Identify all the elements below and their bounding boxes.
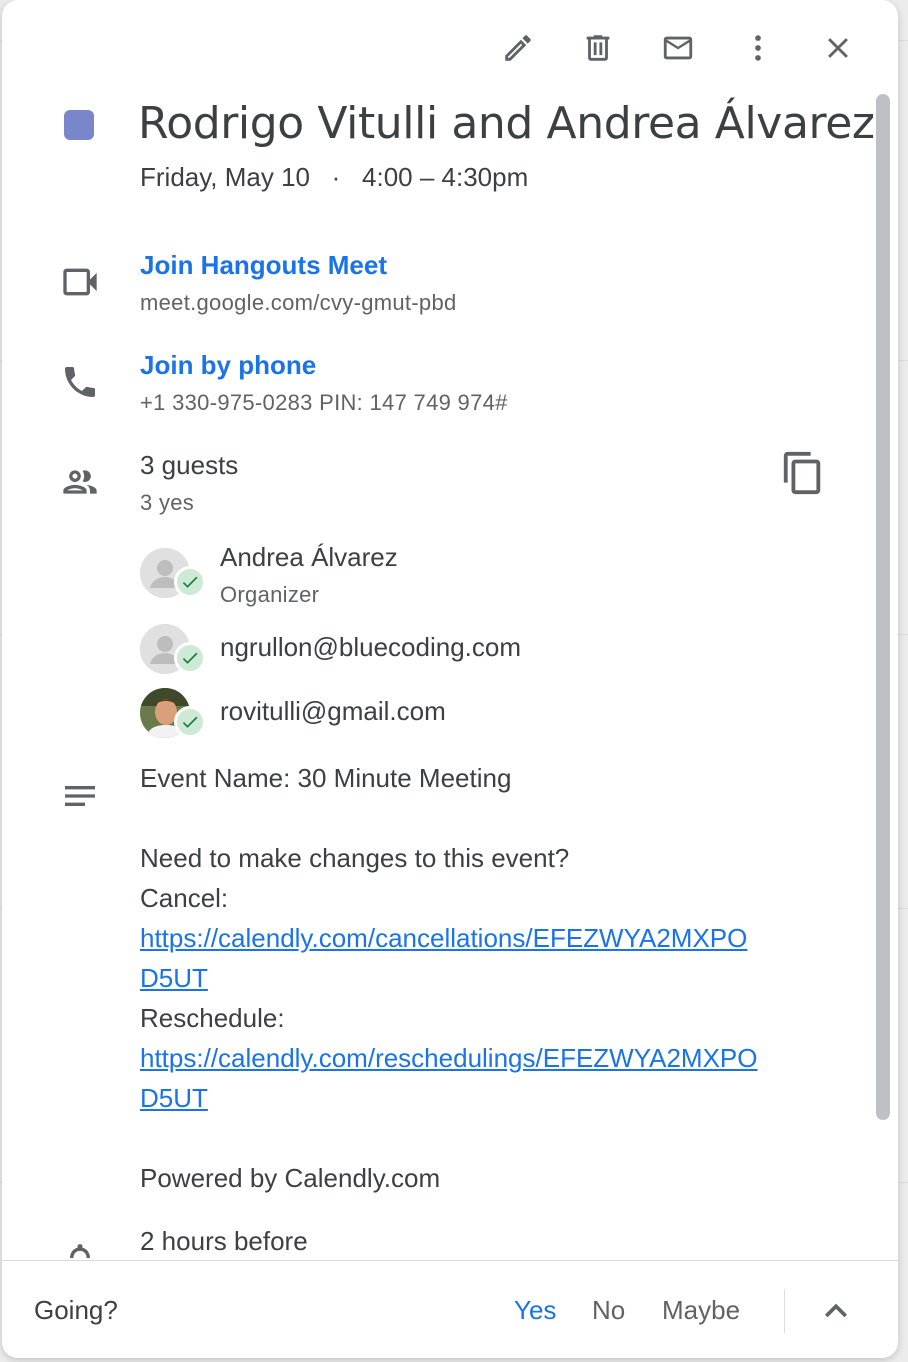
description-icon xyxy=(60,776,100,816)
event-title: Rodrigo Vitulli and Andrea Álvarez xyxy=(138,98,875,149)
cancel-label: Cancel: xyxy=(140,883,229,913)
meet-url: meet.google.com/cvy-gmut-pbd xyxy=(140,290,457,315)
rsvp-maybe-button[interactable]: Maybe xyxy=(662,1295,740,1326)
delete-event-button[interactable] xyxy=(558,22,638,74)
accepted-check-icon xyxy=(174,566,206,598)
scrollbar[interactable] xyxy=(876,94,890,1120)
guest-summary: 3 yes xyxy=(140,490,195,515)
accepted-check-icon xyxy=(174,642,206,674)
rsvp-no-button[interactable]: No xyxy=(592,1295,625,1326)
email-guests-button[interactable] xyxy=(638,22,718,74)
event-details-popup: Rodrigo Vitulli and Andrea Álvarez Frida… xyxy=(2,0,898,1358)
pencil-icon xyxy=(505,35,531,61)
phone-icon xyxy=(60,362,100,402)
guest-count: 3 guests xyxy=(140,450,239,480)
guest-name: Andrea Álvarez xyxy=(220,542,398,572)
edit-event-button[interactable] xyxy=(478,22,558,74)
footer-divider xyxy=(784,1289,785,1333)
guest-name: ngrullon@bluecoding.com xyxy=(220,632,522,662)
copy-guests-button[interactable] xyxy=(780,450,826,496)
event-name-text: Event Name: 30 Minute Meeting xyxy=(140,763,512,793)
guest-role: Organizer xyxy=(220,582,320,607)
cancel-link[interactable]: https://calendly.com/cancellations/EFEZW… xyxy=(140,918,840,958)
event-datetime: Friday, May 10 · 4:00 – 4:30pm xyxy=(140,162,529,192)
guest-name: rovitulli@gmail.com xyxy=(220,696,446,726)
more-vert-icon xyxy=(755,35,761,61)
event-toolbar xyxy=(478,22,878,74)
close-icon xyxy=(828,38,848,58)
expand-button[interactable] xyxy=(814,1289,858,1333)
people-icon xyxy=(60,462,100,502)
trash-icon xyxy=(586,35,610,61)
event-description: Event Name: 30 Minute Meeting Need to ma… xyxy=(140,758,840,1198)
reschedule-link-continued[interactable]: D5UT xyxy=(140,1078,840,1118)
bell-icon xyxy=(60,1240,100,1258)
event-color-chip xyxy=(64,110,94,140)
changes-question: Need to make changes to this event? xyxy=(140,843,570,873)
reschedule-link[interactable]: https://calendly.com/reschedulings/EFEZW… xyxy=(140,1038,840,1078)
rsvp-yes-button[interactable]: Yes xyxy=(514,1295,556,1326)
event-details-scroll[interactable]: Rodrigo Vitulli and Andrea Álvarez Frida… xyxy=(2,0,898,1258)
accepted-check-icon xyxy=(174,706,206,738)
video-camera-icon xyxy=(60,262,100,302)
chevron-up-icon xyxy=(825,1303,847,1318)
powered-by-text: Powered by Calendly.com xyxy=(140,1163,441,1193)
join-by-phone-link[interactable]: Join by phone xyxy=(140,350,316,381)
mail-icon xyxy=(663,36,693,60)
reschedule-label: Reschedule: xyxy=(140,1003,285,1033)
copy-icon xyxy=(783,451,821,495)
phone-details: +1 330-975-0283 PIN: 147 749 974# xyxy=(140,390,508,415)
cancel-link-continued[interactable]: D5UT xyxy=(140,958,840,998)
join-meet-link[interactable]: Join Hangouts Meet xyxy=(140,250,387,281)
rsvp-footer: Going? Yes No Maybe xyxy=(2,1260,898,1358)
more-options-button[interactable] xyxy=(718,22,798,74)
close-button[interactable] xyxy=(798,22,878,74)
reminder-text: 2 hours before xyxy=(140,1226,308,1256)
going-label: Going? xyxy=(34,1295,118,1325)
